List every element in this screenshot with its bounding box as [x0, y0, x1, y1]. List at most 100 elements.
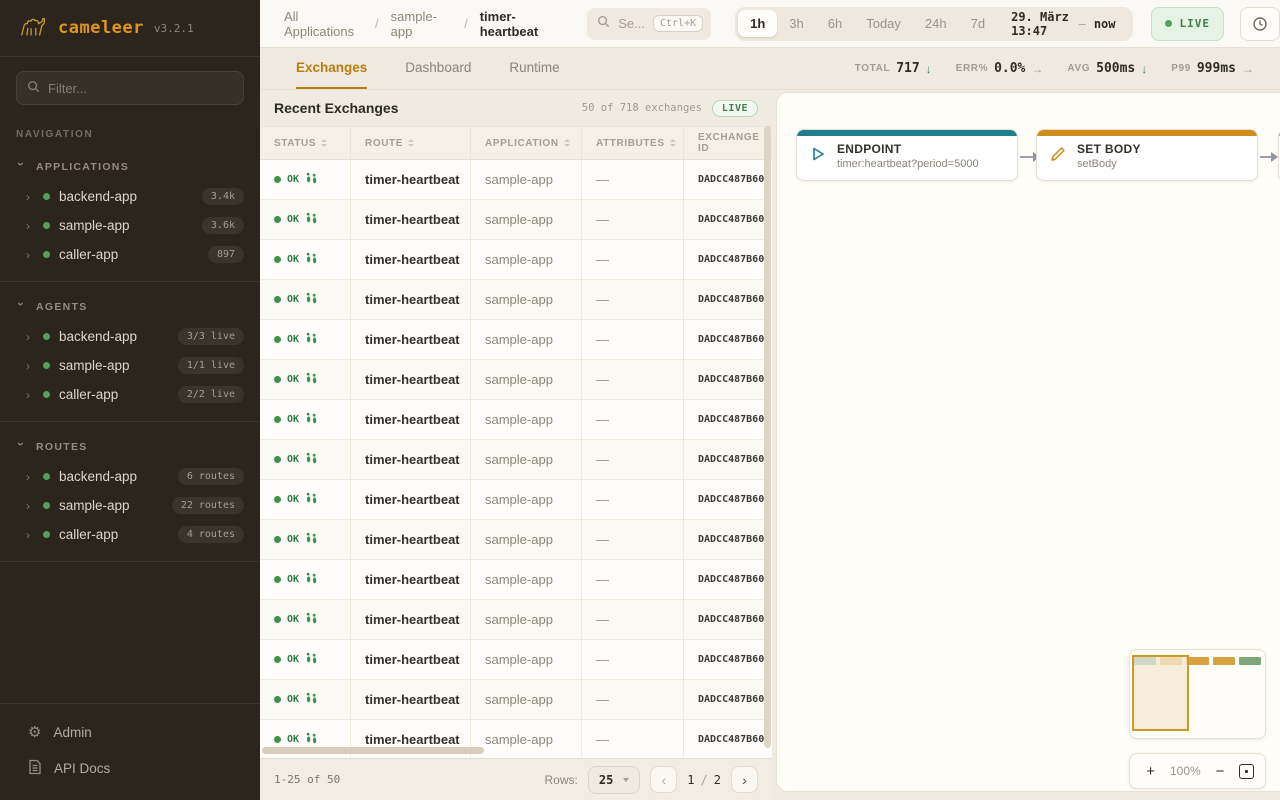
- rows-per-page-value: 25: [599, 773, 613, 787]
- node-subtitle: timer:heartbeat?period=5000: [837, 158, 979, 170]
- table-row[interactable]: OK timer-heartbeat sample-app — DADCC487…: [260, 200, 764, 240]
- table-row[interactable]: OK timer-heartbeat sample-app — DADCC487…: [260, 640, 764, 680]
- section-header-routes[interactable]: › ROUTES: [0, 432, 260, 462]
- vertical-scrollbar[interactable]: [764, 126, 771, 748]
- live-toggle[interactable]: LIVE: [1151, 7, 1225, 41]
- fit-view-button[interactable]: [1239, 764, 1254, 779]
- table-row[interactable]: OK timer-heartbeat sample-app — DADCC487…: [260, 600, 764, 640]
- section-header-applications[interactable]: › APPLICATIONS: [0, 152, 260, 182]
- node-endpoint[interactable]: ENDPOINT timer:heartbeat?period=5000: [796, 129, 1018, 181]
- sidebar-item-applications-caller-app[interactable]: › caller-app 897: [0, 240, 260, 269]
- route-cell-wrap: timer-heartbeat: [350, 360, 470, 399]
- sidebar-item-agents-backend-app[interactable]: › backend-app 3/3 live: [0, 322, 260, 351]
- logo-row[interactable]: cameleer v3.2.1: [0, 0, 260, 57]
- table-row[interactable]: OK timer-heartbeat sample-app — DADCC487…: [260, 440, 764, 480]
- column-header-application[interactable]: APPLICATION: [470, 127, 581, 159]
- attributes-cell: —: [596, 732, 609, 747]
- application-cell-wrap: sample-app: [470, 440, 581, 479]
- application-cell-wrap: sample-app: [470, 320, 581, 359]
- status-dot: [43, 531, 50, 538]
- breadcrumb-all-applications[interactable]: All Applications: [284, 9, 363, 39]
- stat-label: TOTAL: [855, 63, 890, 74]
- route-cell: timer-heartbeat: [365, 372, 460, 387]
- table-row[interactable]: OK timer-heartbeat sample-app — DADCC487…: [260, 480, 764, 520]
- column-header-attributes[interactable]: ATTRIBUTES: [581, 127, 683, 159]
- footprints-icon: [305, 731, 318, 749]
- table-row[interactable]: OK timer-heartbeat sample-app — DADCC487…: [260, 400, 764, 440]
- sidebar-item-admin[interactable]: ⚙ Admin: [0, 714, 260, 750]
- attributes-cell: —: [596, 452, 609, 467]
- sidebar-item-applications-backend-app[interactable]: › backend-app 3.4k: [0, 182, 260, 211]
- sidebar-item-routes-sample-app[interactable]: › sample-app 22 routes: [0, 491, 260, 520]
- node-title: SET BODY: [1077, 142, 1141, 156]
- sidebar-item-applications-sample-app[interactable]: › sample-app 3.6k: [0, 211, 260, 240]
- filter-input[interactable]: Filter...: [16, 71, 244, 105]
- route-cell-wrap: timer-heartbeat: [350, 320, 470, 359]
- application-cell-wrap: sample-app: [470, 720, 581, 758]
- route-cell-wrap: timer-heartbeat: [350, 280, 470, 319]
- column-header-exchange-id[interactable]: EXCHANGE ID: [683, 127, 764, 159]
- section-header-agents[interactable]: › AGENTS: [0, 292, 260, 322]
- chevron-right-icon: ›: [26, 388, 34, 402]
- history-clock-button[interactable]: [1240, 7, 1280, 41]
- table-row[interactable]: OK timer-heartbeat sample-app — DADCC487…: [260, 320, 764, 360]
- global-search-input[interactable]: Se... Ctrl+K: [587, 8, 711, 40]
- zoom-level: 100%: [1170, 764, 1201, 778]
- route-cell-wrap: timer-heartbeat: [350, 160, 470, 199]
- breadcrumb-sample-app[interactable]: sample-app: [391, 9, 452, 39]
- search-placeholder: Se...: [618, 16, 645, 31]
- sidebar-item-routes-backend-app[interactable]: › backend-app 6 routes: [0, 462, 260, 491]
- status-dot: [43, 193, 50, 200]
- column-header-route[interactable]: ROUTE: [350, 127, 470, 159]
- status-cell-wrap: OK: [260, 240, 350, 279]
- exchange-id-cell: DADCC487B60F8: [698, 294, 764, 305]
- sidebar-item-api-docs[interactable]: API Docs: [0, 750, 260, 786]
- time-range-7d[interactable]: 7d: [959, 10, 997, 37]
- status-text: OK: [287, 614, 299, 625]
- application-cell: sample-app: [485, 732, 553, 747]
- time-range-6h[interactable]: 6h: [816, 10, 854, 37]
- status-cell-wrap: OK: [260, 640, 350, 679]
- table-row[interactable]: OK timer-heartbeat sample-app — DADCC487…: [260, 680, 764, 720]
- footprints-icon: [305, 691, 318, 709]
- exchange-id-cell-wrap: DADCC487B60F8: [683, 440, 764, 479]
- date-range-display[interactable]: 29. März 13:47 – now: [997, 10, 1129, 38]
- tab-dashboard[interactable]: Dashboard: [405, 48, 471, 89]
- tab-runtime[interactable]: Runtime: [509, 48, 559, 89]
- zoom-in-button[interactable]: +: [1141, 763, 1161, 780]
- play-icon: [809, 145, 827, 168]
- time-range-1h[interactable]: 1h: [738, 10, 777, 37]
- route-flow-canvas[interactable]: ENDPOINT timer:heartbeat?period=5000 SET…: [776, 92, 1280, 792]
- zoom-out-button[interactable]: −: [1210, 763, 1230, 780]
- minimap[interactable]: [1129, 649, 1266, 739]
- status-cell-wrap: OK: [260, 160, 350, 199]
- rows-per-page-select[interactable]: 25: [588, 766, 640, 794]
- tab-exchanges[interactable]: Exchanges: [296, 48, 367, 89]
- clock-icon: [1252, 16, 1268, 32]
- sidebar-item-routes-caller-app[interactable]: › caller-app 4 routes: [0, 520, 260, 549]
- exchange-id-cell: DADCC487B60F8: [698, 454, 764, 465]
- table-row[interactable]: OK timer-heartbeat sample-app — DADCC487…: [260, 520, 764, 560]
- status-text: OK: [287, 574, 299, 585]
- table-row[interactable]: OK timer-heartbeat sample-app — DADCC487…: [260, 360, 764, 400]
- time-range-3h[interactable]: 3h: [777, 10, 815, 37]
- time-range-today[interactable]: Today: [854, 10, 913, 37]
- minimap-viewport[interactable]: [1132, 655, 1189, 731]
- column-header-status[interactable]: STATUS: [260, 127, 350, 159]
- next-page-button[interactable]: ›: [731, 766, 758, 793]
- time-range-24h[interactable]: 24h: [913, 10, 959, 37]
- sidebar-item-agents-caller-app[interactable]: › caller-app 2/2 live: [0, 380, 260, 409]
- trend-flat-icon: →: [1242, 62, 1254, 76]
- sidebar-item-agents-sample-app[interactable]: › sample-app 1/1 live: [0, 351, 260, 380]
- attributes-cell-wrap: —: [581, 360, 683, 399]
- trend-down-icon: ↓: [1141, 62, 1147, 76]
- table-row[interactable]: OK timer-heartbeat sample-app — DADCC487…: [260, 280, 764, 320]
- prev-page-button[interactable]: ‹: [650, 766, 677, 793]
- chevron-down-icon: ›: [14, 162, 28, 172]
- exchange-id-cell: DADCC487B60F8: [698, 174, 764, 185]
- horizontal-scrollbar[interactable]: [262, 747, 484, 754]
- table-row[interactable]: OK timer-heartbeat sample-app — DADCC487…: [260, 240, 764, 280]
- node-set-body[interactable]: SET BODY setBody: [1036, 129, 1258, 181]
- table-row[interactable]: OK timer-heartbeat sample-app — DADCC487…: [260, 160, 764, 200]
- table-row[interactable]: OK timer-heartbeat sample-app — DADCC487…: [260, 560, 764, 600]
